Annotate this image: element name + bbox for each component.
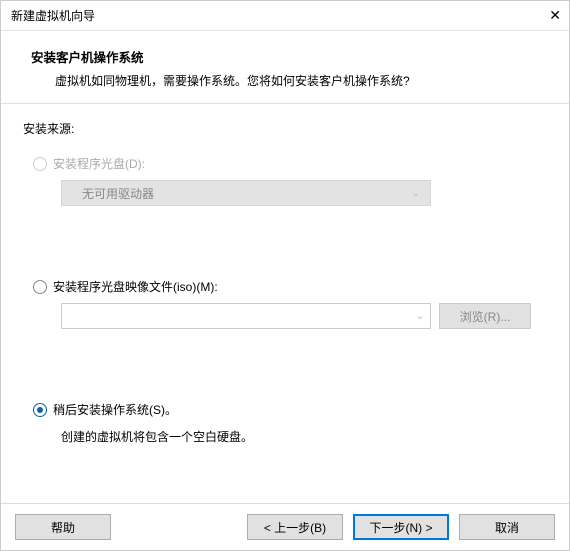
cancel-button[interactable]: 取消	[459, 514, 555, 540]
option-iso[interactable]: 安装程序光盘映像文件(iso)(M):	[33, 278, 547, 295]
option-disc[interactable]: 安装程序光盘(D):	[33, 155, 547, 172]
radio-icon	[33, 280, 47, 294]
drive-select[interactable]: 无可用驱动器 ⌄	[61, 180, 431, 206]
page-description: 虚拟机如同物理机，需要操作系统。您将如何安装客户机操作系统?	[31, 66, 539, 89]
close-icon[interactable]: ✕	[531, 7, 561, 24]
browse-button[interactable]: 浏览(R)...	[439, 303, 531, 329]
back-button[interactable]: < 上一步(B)	[247, 514, 343, 540]
chevron-down-icon: ⌄	[412, 188, 420, 199]
radio-icon	[33, 157, 47, 171]
help-button[interactable]: 帮助	[15, 514, 111, 540]
titlebar: 新建虚拟机向导 ✕	[1, 1, 569, 31]
option-later-note: 创建的虚拟机将包含一个空白硬盘。	[61, 428, 547, 445]
chevron-down-icon: ⌄	[416, 311, 424, 322]
iso-path-input[interactable]: ⌄	[61, 303, 431, 329]
option-disc-label: 安装程序光盘(D):	[53, 155, 145, 172]
wizard-header: 安装客户机操作系统 虚拟机如同物理机，需要操作系统。您将如何安装客户机操作系统?	[1, 31, 569, 103]
option-iso-label: 安装程序光盘映像文件(iso)(M):	[53, 278, 218, 295]
option-later[interactable]: 稍后安装操作系统(S)。	[33, 401, 547, 418]
window-title: 新建虚拟机向导	[11, 7, 95, 24]
next-button[interactable]: 下一步(N) >	[353, 514, 449, 540]
page-title: 安装客户机操作系统	[31, 47, 539, 66]
wizard-body: 安装来源: 安装程序光盘(D): 无可用驱动器 ⌄ 安装程序光盘映像文件(iso…	[1, 104, 569, 503]
source-label: 安装来源:	[23, 120, 547, 137]
install-options: 安装程序光盘(D): 无可用驱动器 ⌄ 安装程序光盘映像文件(iso)(M): …	[33, 155, 547, 445]
iso-row: ⌄ 浏览(R)...	[33, 303, 547, 329]
radio-icon	[33, 403, 47, 417]
wizard-footer: 帮助 < 上一步(B) 下一步(N) > 取消	[1, 503, 569, 550]
option-later-label: 稍后安装操作系统(S)。	[53, 401, 177, 418]
drive-select-value: 无可用驱动器	[82, 185, 154, 202]
